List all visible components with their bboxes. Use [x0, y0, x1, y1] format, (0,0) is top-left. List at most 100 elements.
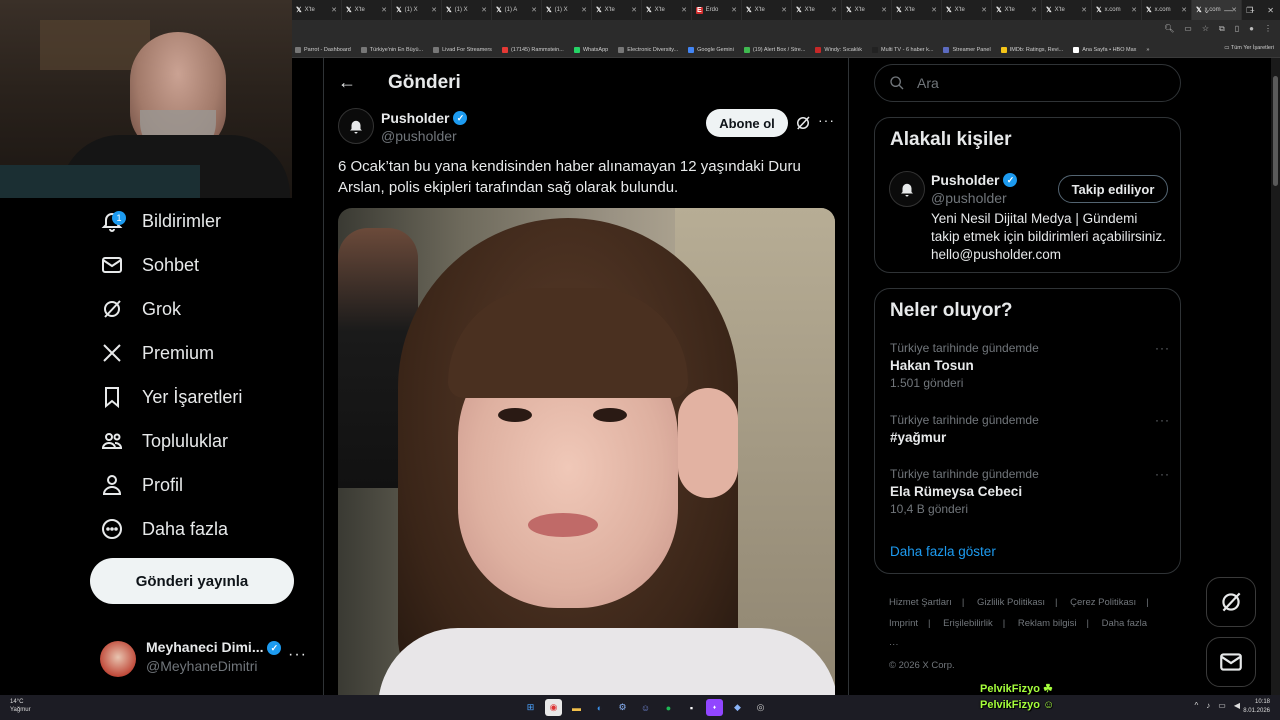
- close-tab-icon[interactable]: ✕: [881, 6, 887, 14]
- sidebar-icon[interactable]: ▯: [1235, 24, 1239, 34]
- close-tab-icon[interactable]: ✕: [931, 6, 937, 14]
- cast-icon[interactable]: ▭: [1184, 24, 1192, 34]
- menu-icon[interactable]: ⋮: [1264, 24, 1272, 34]
- bookmark-item[interactable]: Türkiye'nin En Büyü...: [360, 46, 423, 53]
- close-tab-icon[interactable]: ✕: [481, 6, 487, 14]
- scrollbar-thumb[interactable]: [1273, 76, 1278, 186]
- close-tab-icon[interactable]: ✕: [1031, 6, 1037, 14]
- nav-item-communities[interactable]: Topluluklar: [100, 423, 228, 459]
- folder-icon[interactable]: ▬: [568, 699, 585, 716]
- discord-icon[interactable]: ☺: [637, 699, 654, 716]
- close-tab-icon[interactable]: ✕: [381, 6, 387, 14]
- footer-link-ads[interactable]: Reklam bilgisi: [1018, 618, 1077, 629]
- browser-tab[interactable]: 𝕏 (1) X ✕: [392, 0, 442, 20]
- network-icon[interactable]: ▭: [1218, 701, 1226, 710]
- windows-start-icon[interactable]: ⊞: [522, 699, 539, 716]
- minimize-icon[interactable]: —: [1224, 6, 1232, 15]
- extensions-icon[interactable]: ⧉: [1219, 24, 1225, 34]
- grok-floating-button[interactable]: [1206, 577, 1256, 627]
- weather-widget[interactable]: 14°C Yağmur: [10, 698, 31, 714]
- bookmark-item[interactable]: WhatsApp: [573, 46, 608, 53]
- edge-icon[interactable]: ◐: [591, 699, 608, 716]
- bookmark-item[interactable]: Streamer Panel: [943, 46, 991, 53]
- all-bookmarks-folder[interactable]: ▭ Tüm Yer İşaretleri: [1224, 45, 1274, 51]
- close-tab-icon[interactable]: ✕: [631, 6, 637, 14]
- browser-tab[interactable]: 𝕏 X'te ✕: [792, 0, 842, 20]
- browser-tab[interactable]: 𝕏 X'te ✕: [342, 0, 392, 20]
- grok-icon[interactable]: [794, 114, 812, 132]
- steam-icon[interactable]: ⚙: [614, 699, 631, 716]
- search-input[interactable]: [917, 75, 1157, 91]
- related-user-handle[interactable]: @pusholder: [931, 190, 1007, 206]
- nav-item-bookmarks[interactable]: Yer İşaretleri: [100, 379, 242, 415]
- search-box[interactable]: [874, 64, 1181, 102]
- avatar[interactable]: [889, 171, 925, 207]
- clock[interactable]: 10:18 8.01.2026: [1243, 698, 1270, 716]
- close-tab-icon[interactable]: ✕: [1081, 6, 1087, 14]
- browser-tab[interactable]: 𝕏 (1) X ✕: [542, 0, 592, 20]
- close-tab-icon[interactable]: ✕: [581, 6, 587, 14]
- browser-tab[interactable]: 𝕏x.com ✕: [1092, 0, 1142, 20]
- browser-tab[interactable]: 𝕏 X'te ✕: [642, 0, 692, 20]
- post-author-handle[interactable]: @pusholder: [381, 128, 457, 144]
- trend-item[interactable]: Türkiye tarihinde gündemde Ela Rümeysa C…: [890, 467, 1170, 516]
- show-more-link[interactable]: Daha fazla göster: [890, 544, 996, 559]
- tab-search-icon[interactable]: ⌄: [1203, 6, 1210, 15]
- close-tab-icon[interactable]: ✕: [331, 6, 337, 14]
- nav-item-notifications[interactable]: 1 Bildirimler: [100, 203, 221, 239]
- bookmark-item[interactable]: Ana Sayfa • HBO Max: [1073, 46, 1136, 53]
- bookmark-item[interactable]: (19) Alert Box / Stre...: [743, 46, 805, 53]
- close-window-icon[interactable]: ✕: [1267, 6, 1274, 15]
- trend-more-icon[interactable]: ···: [1155, 467, 1170, 481]
- close-tab-icon[interactable]: ✕: [831, 6, 837, 14]
- bookmark-item[interactable]: IMDb: Ratings, Revi...: [1000, 46, 1063, 53]
- browser-tab[interactable]: 𝕏x.com ✕: [1142, 0, 1192, 20]
- star-icon[interactable]: ☆: [1202, 24, 1209, 34]
- spotify-icon[interactable]: ●: [660, 699, 677, 716]
- post-author-name[interactable]: Pusholder ✓: [381, 110, 468, 126]
- trend-more-icon[interactable]: ···: [1155, 413, 1170, 427]
- trend-item[interactable]: Türkiye tarihinde gündemde Hakan Tosun 1…: [890, 341, 1170, 390]
- footer-link-cookies[interactable]: Çerez Politikası: [1070, 597, 1136, 608]
- nav-item-grok[interactable]: Grok: [100, 291, 181, 327]
- app-icon[interactable]: ◆: [729, 699, 746, 716]
- compose-post-button[interactable]: Gönderi yayınla: [90, 558, 294, 604]
- browser-tab[interactable]: 𝕏 X'te ✕: [742, 0, 792, 20]
- trend-item[interactable]: Türkiye tarihinde gündemde #yağmur ···: [890, 413, 1170, 445]
- nav-item-premium[interactable]: Premium: [100, 335, 214, 371]
- close-tab-icon[interactable]: ✕: [731, 6, 737, 14]
- browser-tab[interactable]: 𝕏 X'te ✕: [1042, 0, 1092, 20]
- messages-floating-button[interactable]: [1206, 637, 1256, 687]
- obs-icon[interactable]: ◎: [752, 699, 769, 716]
- bookmark-item[interactable]: Multi TV - 6 haber k...: [872, 46, 933, 53]
- bookmark-item[interactable]: Windy: Sıcaklık: [815, 46, 862, 53]
- chevron-up-icon[interactable]: ^: [1195, 701, 1199, 710]
- post-image[interactable]: [338, 208, 835, 695]
- browser-tab[interactable]: 𝕏 X'te ✕: [942, 0, 992, 20]
- page-scrollbar[interactable]: [1271, 58, 1280, 695]
- close-tab-icon[interactable]: ✕: [981, 6, 987, 14]
- bookmark-item[interactable]: Parrot - Dashboard: [295, 46, 351, 53]
- nav-item-profile[interactable]: Profil: [100, 467, 183, 503]
- maximize-icon[interactable]: ❐: [1246, 6, 1253, 15]
- bookmark-item[interactable]: (17145) Rammstein...: [501, 46, 564, 53]
- app-icon[interactable]: ▪: [683, 699, 700, 716]
- close-tab-icon[interactable]: ✕: [681, 6, 687, 14]
- twitch-icon[interactable]: ♦: [706, 699, 723, 716]
- bookmark-item[interactable]: Livad For Streamers: [433, 46, 492, 53]
- close-tab-icon[interactable]: ✕: [1131, 6, 1137, 14]
- post-more-icon[interactable]: ···: [818, 112, 835, 128]
- related-user-name[interactable]: Pusholder ✓: [931, 172, 1018, 188]
- browser-tab[interactable]: 𝕏 (1) X ✕: [442, 0, 492, 20]
- avatar[interactable]: [338, 108, 374, 144]
- close-tab-icon[interactable]: ✕: [431, 6, 437, 14]
- profile-icon[interactable]: ●: [1249, 24, 1254, 34]
- browser-tab[interactable]: 𝕏 (1) A ✕: [492, 0, 542, 20]
- browser-tab[interactable]: 𝕏 X'te ✕: [592, 0, 642, 20]
- mic-icon[interactable]: ♪: [1206, 701, 1210, 710]
- footer-link-imprint[interactable]: Imprint: [889, 618, 918, 629]
- account-more-icon[interactable]: ···: [288, 646, 307, 664]
- browser-tab[interactable]: 𝕏 X'te ✕: [842, 0, 892, 20]
- bookmark-item[interactable]: Google Gemini: [688, 46, 734, 53]
- bookmarks-overflow-icon[interactable]: »: [1146, 47, 1149, 53]
